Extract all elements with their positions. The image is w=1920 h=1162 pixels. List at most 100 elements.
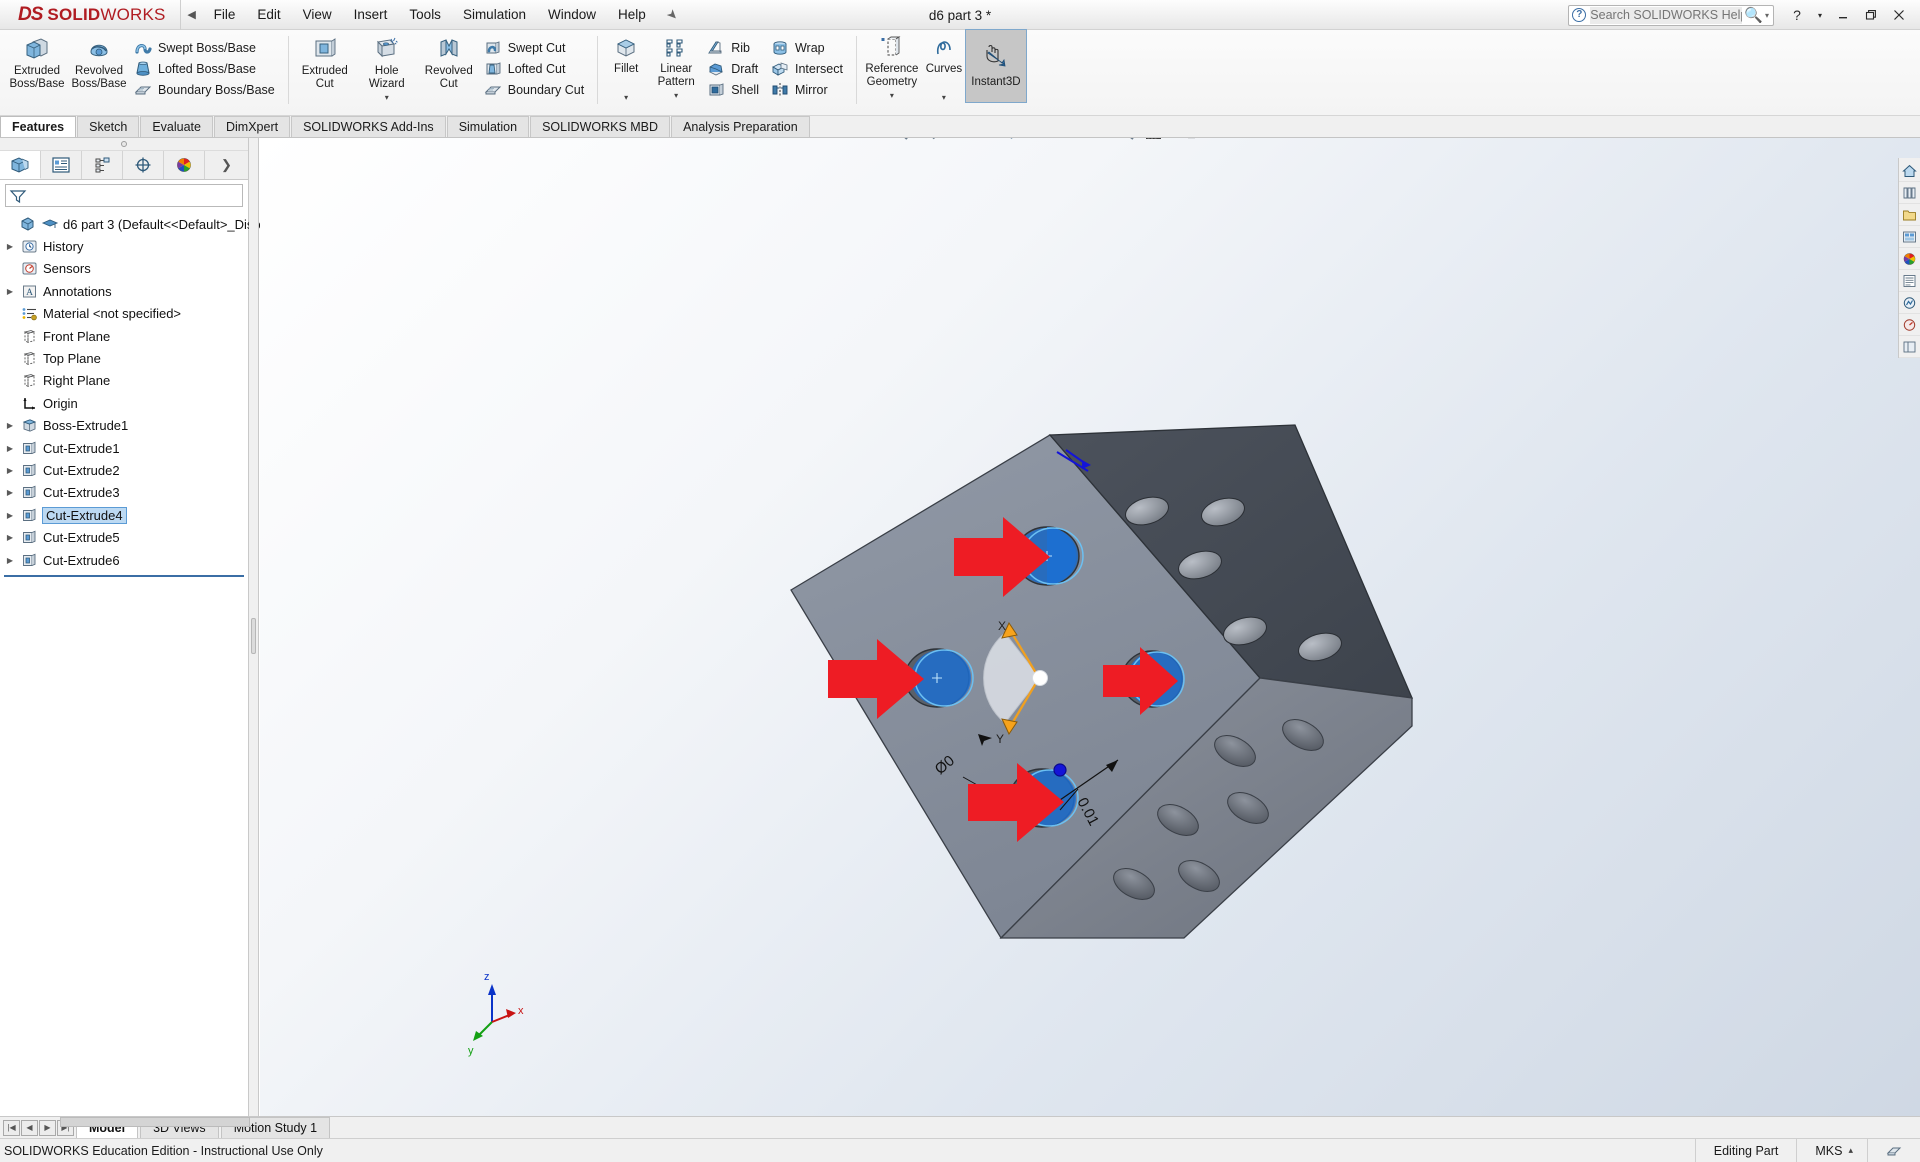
menu-item-file[interactable]: File [203, 2, 247, 27]
tab-dimxpert[interactable]: DimXpert [213, 116, 291, 137]
help-button[interactable]: ? [1784, 2, 1810, 28]
intersect-button[interactable]: Intersect [767, 58, 851, 79]
linear-pattern-button[interactable]: Linear Pattern ▾ [649, 30, 703, 103]
tab-solidworks-mbd[interactable]: SOLIDWORKS MBD [530, 116, 671, 137]
restore-button[interactable] [1858, 2, 1884, 28]
appearances-scenes-icon[interactable] [1899, 248, 1920, 270]
file-explorer-icon[interactable] [1899, 204, 1920, 226]
boss-extrude1-expand-arrow-icon[interactable]: ▶ [2, 421, 18, 430]
revolved-cut-button[interactable]: Revolved Cut [418, 30, 480, 90]
history-expand-arrow-icon[interactable]: ▶ [2, 242, 18, 251]
menu-item-simulation[interactable]: Simulation [452, 2, 537, 27]
tree-item-front-plane[interactable]: Front Plane [0, 325, 248, 347]
hole-wizard-button[interactable]: Hole Wizard ▾ [356, 30, 418, 105]
tab-features[interactable]: Features [0, 116, 77, 137]
menu-item-window[interactable]: Window [537, 2, 607, 27]
panel-grip-handle[interactable] [0, 138, 248, 151]
shell-button[interactable]: Shell [703, 79, 767, 100]
tree-tabs-expand-icon[interactable]: ❯ [205, 151, 248, 179]
tab-sketch[interactable]: Sketch [77, 116, 140, 137]
dimxpert-manager-tab[interactable] [123, 151, 164, 179]
menu-item-view[interactable]: View [292, 2, 343, 27]
graphics-area[interactable]: ▾ ▾ ▾ [260, 138, 1920, 1116]
cut-extrude6-expand-arrow-icon[interactable]: ▶ [2, 556, 18, 565]
search-dropdown-caret-icon[interactable]: ▾ [1765, 11, 1771, 20]
display-manager-tab[interactable] [164, 151, 205, 179]
view-palette-icon[interactable] [1899, 226, 1920, 248]
tab-evaluate[interactable]: Evaluate [140, 116, 213, 137]
extruded-cut-button[interactable]: Extruded Cut [294, 30, 356, 90]
lofted-boss-base-button[interactable]: Lofted Boss/Base [130, 58, 283, 79]
tree-filter-input[interactable] [27, 186, 242, 205]
curves-button[interactable]: Curves ▾ [922, 30, 966, 104]
wrap-button[interactable]: Wrap [767, 37, 851, 58]
search-input[interactable] [1590, 6, 1743, 24]
reference-geometry-button[interactable]: Reference Geometry ▾ [862, 30, 922, 103]
tree-item-cut-extrude2[interactable]: ▶ Cut-Extrude2 [0, 459, 248, 481]
search-box[interactable]: ? 🔍 ▾ [1568, 4, 1774, 26]
tree-item-annotations[interactable]: ▶ A Annotations [0, 280, 248, 302]
mirror-button[interactable]: Mirror [767, 79, 851, 100]
home-icon[interactable] [1899, 160, 1920, 182]
hole-wizard-caret-icon[interactable]: ▾ [356, 92, 418, 105]
close-button[interactable] [1886, 2, 1912, 28]
swept-cut-button[interactable]: Swept Cut [480, 37, 592, 58]
minimize-button[interactable] [1830, 2, 1856, 28]
search-icon[interactable]: 🔍 [1742, 6, 1765, 24]
lofted-cut-button[interactable]: Lofted Cut [480, 58, 592, 79]
menu-item-insert[interactable]: Insert [343, 2, 399, 27]
tree-item-cut-extrude3[interactable]: ▶ Cut-Extrude3 [0, 482, 248, 504]
boundary-boss-base-button[interactable]: Boundary Boss/Base [130, 79, 283, 100]
status-units[interactable]: MKS [1796, 1138, 1848, 1162]
menu-item-edit[interactable]: Edit [246, 2, 291, 27]
reference-geometry-caret-icon[interactable]: ▾ [862, 90, 922, 103]
cut-extrude3-expand-arrow-icon[interactable]: ▶ [2, 488, 18, 497]
swept-boss-base-button[interactable]: Swept Boss/Base [130, 37, 283, 58]
task-pane-icon[interactable] [1899, 336, 1920, 358]
linear-pattern-caret-icon[interactable]: ▾ [649, 90, 703, 103]
tab-nav-prev-icon[interactable]: ◀ [21, 1119, 38, 1136]
tab-simulation[interactable]: Simulation [446, 116, 530, 137]
status-units-caret-icon[interactable]: ▴ [1848, 1145, 1867, 1156]
tab-nav-first-icon[interactable]: |◀ [3, 1119, 20, 1136]
cut-extrude5-expand-arrow-icon[interactable]: ▶ [2, 533, 18, 542]
custom-properties-icon[interactable] [1899, 270, 1920, 292]
sensors-panel-icon[interactable] [1899, 314, 1920, 336]
tab-nav-next-icon[interactable]: ▶ [39, 1119, 56, 1136]
curves-caret-icon[interactable]: ▾ [922, 92, 966, 105]
property-manager-tab[interactable] [41, 151, 82, 179]
annotations-expand-arrow-icon[interactable]: ▶ [2, 287, 18, 296]
tree-item-top-plane[interactable]: Top Plane [0, 347, 248, 369]
rib-button[interactable]: Rib [703, 37, 767, 58]
tree-item-right-plane[interactable]: Right Plane [0, 370, 248, 392]
tab-solidworks-add-ins[interactable]: SOLIDWORKS Add-Ins [291, 116, 446, 137]
tree-item-cut-extrude4[interactable]: ▶ Cut-Extrude4 [0, 504, 248, 526]
menu-collapse-arrow-icon[interactable]: ◀ [181, 0, 203, 30]
draft-button[interactable]: Draft [703, 58, 767, 79]
menu-item-tools[interactable]: Tools [398, 2, 452, 27]
fillet-button[interactable]: Fillet ▾ [603, 30, 649, 104]
tree-item-cut-extrude6[interactable]: ▶ Cut-Extrude6 [0, 549, 248, 571]
simulation-resources-icon[interactable] [1899, 292, 1920, 314]
cut-extrude2-expand-arrow-icon[interactable]: ▶ [2, 466, 18, 475]
revolved-boss-base-button[interactable]: Revolved Boss/Base [68, 30, 130, 90]
splitter-grip[interactable] [251, 618, 256, 654]
rollback-bar[interactable] [4, 575, 244, 578]
feature-manager-tab[interactable] [0, 151, 41, 179]
extruded-boss-base-button[interactable]: Extruded Boss/Base [6, 30, 68, 90]
help-dropdown-caret-icon[interactable]: ▾ [1812, 2, 1828, 28]
status-overlay-icon[interactable] [1867, 1138, 1920, 1162]
configuration-manager-tab[interactable] [82, 151, 123, 179]
tree-filter-bar[interactable] [5, 184, 243, 207]
cut-extrude4-expand-arrow-icon[interactable]: ▶ [2, 511, 18, 520]
model-viewport-canvas[interactable]: X Y Ø0 0.01 z x y [260, 138, 1920, 1116]
tree-item-cut-extrude5[interactable]: ▶ Cut-Extrude5 [0, 526, 248, 548]
tree-item-origin[interactable]: Origin [0, 392, 248, 414]
cut-extrude1-expand-arrow-icon[interactable]: ▶ [2, 444, 18, 453]
tree-item-boss-extrude1[interactable]: ▶ Boss-Extrude1 [0, 415, 248, 437]
boundary-cut-button[interactable]: Boundary Cut [480, 79, 592, 100]
fillet-caret-icon[interactable]: ▾ [603, 92, 649, 105]
tree-item-history[interactable]: ▶ History [0, 235, 248, 257]
tree-item-material[interactable]: Material <not specified> [0, 303, 248, 325]
panel-splitter[interactable] [249, 138, 259, 1116]
